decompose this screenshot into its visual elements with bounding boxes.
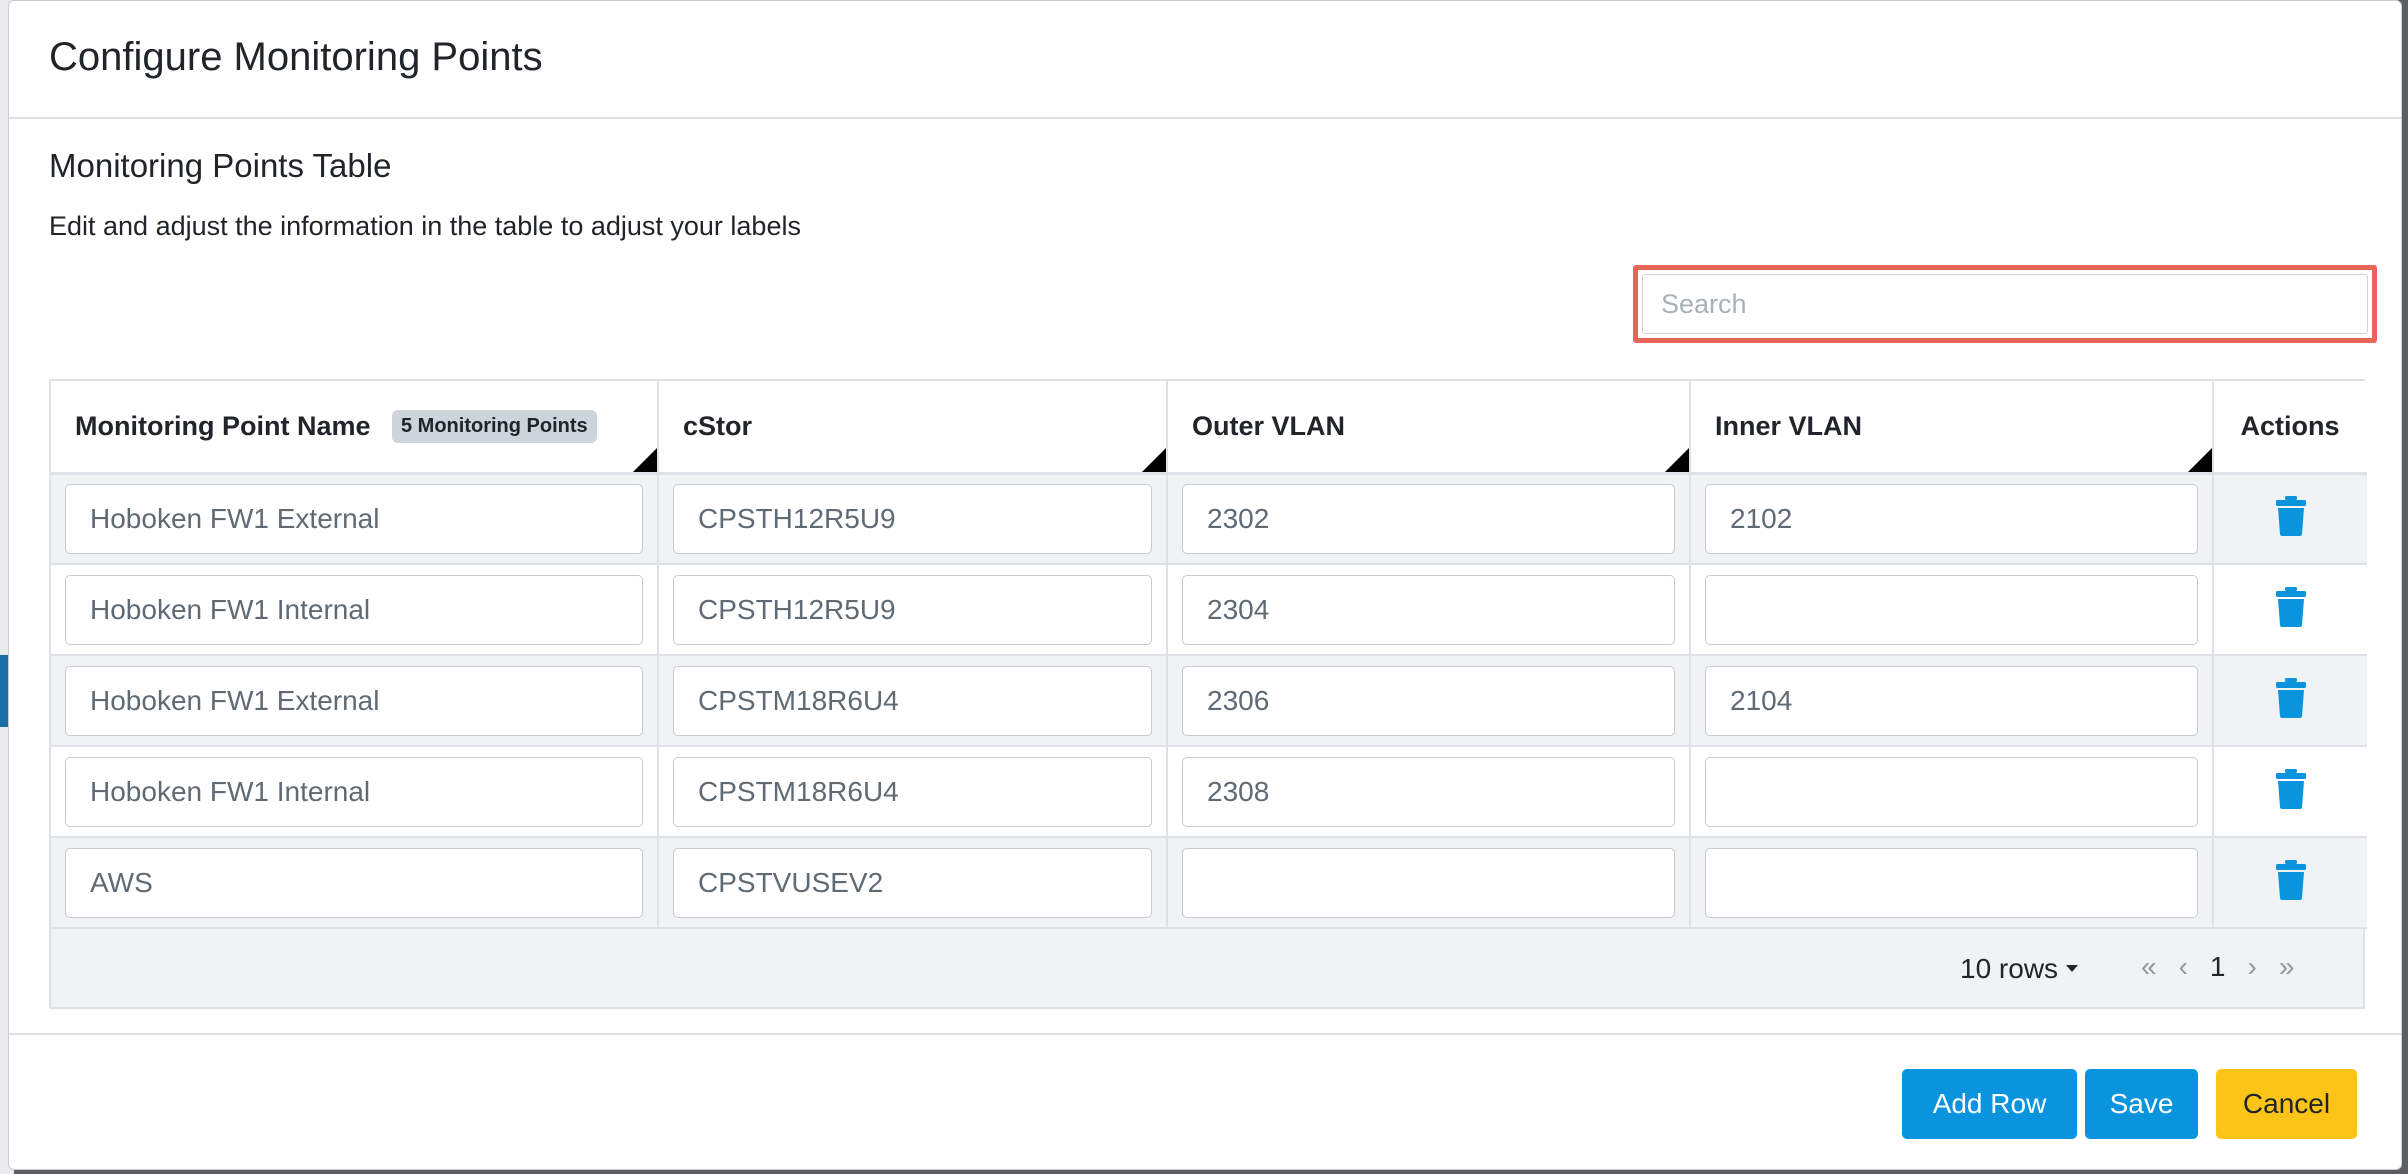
monitoring-points-count-badge: 5 Monitoring Points (392, 409, 597, 443)
table-cell (51, 473, 659, 565)
cstor-input[interactable] (673, 847, 1152, 918)
table-cell (2213, 473, 2367, 565)
modal-footer: Add Row Save Cancel (9, 1033, 2401, 1169)
cstor-input[interactable] (673, 574, 1152, 645)
table-cell (1167, 473, 1691, 565)
pagination: « ‹ 1 › » (2141, 951, 2294, 983)
resize-handle-icon[interactable] (1142, 447, 1166, 472)
table-row (51, 473, 2367, 565)
table-cell (1690, 564, 2214, 656)
column-header-inner-vlan[interactable]: Inner VLAN (1690, 381, 2214, 475)
trash-icon (2275, 678, 2306, 718)
table-cell (1690, 655, 2214, 747)
column-header-label: Inner VLAN (1715, 410, 1863, 441)
table-cell (1690, 473, 2214, 565)
table-cell (1167, 746, 1691, 838)
column-header-cstor[interactable]: cStor (658, 381, 1168, 475)
table-cell (2213, 746, 2367, 838)
trash-icon (2275, 769, 2306, 809)
resize-handle-icon[interactable] (2188, 447, 2212, 472)
cstor-input[interactable] (673, 756, 1152, 827)
modal-title: Configure Monitoring Points (49, 35, 543, 79)
inner-vlan-input[interactable] (1705, 483, 2198, 554)
previous-page-button[interactable]: ‹ (2179, 951, 2188, 983)
table-footer: 10 rows « ‹ 1 › » (51, 929, 2363, 1007)
table-row (51, 837, 2367, 929)
section-description: Edit and adjust the information in the t… (49, 211, 801, 241)
table-cell (51, 564, 659, 656)
delete-row-button[interactable] (2275, 678, 2306, 718)
column-header-outer-vlan[interactable]: Outer VLAN (1167, 381, 1691, 475)
cstor-input[interactable] (673, 483, 1152, 554)
save-button[interactable]: Save (2085, 1069, 2198, 1139)
table-cell (1690, 837, 2214, 929)
table-cell (2213, 655, 2367, 747)
outer-vlan-input[interactable] (1182, 756, 1675, 827)
search-input[interactable] (1642, 274, 2368, 334)
table-cell (1167, 837, 1691, 929)
table-cell (658, 655, 1168, 747)
table-cell (658, 564, 1168, 656)
trash-icon (2275, 496, 2306, 537)
resize-handle-icon[interactable] (633, 447, 657, 472)
column-header-label: Monitoring Point Name (75, 410, 371, 441)
table-cell (51, 655, 659, 747)
first-page-button[interactable]: « (2141, 951, 2157, 983)
delete-row-button[interactable] (2275, 587, 2306, 627)
table-cell (658, 473, 1168, 565)
column-header-actions: Actions (2213, 381, 2367, 475)
column-header-label: cStor (683, 410, 753, 441)
last-page-button[interactable]: » (2279, 951, 2295, 983)
outer-vlan-input[interactable] (1182, 665, 1675, 736)
monitoring-point-name-input[interactable] (65, 483, 643, 554)
column-header-label: Actions (2240, 410, 2340, 441)
table-cell (1167, 655, 1691, 747)
column-header-monitoring-point-name[interactable]: Monitoring Point Name 5 Monitoring Point… (51, 381, 659, 475)
table-cell (658, 746, 1168, 838)
inner-vlan-input[interactable] (1705, 756, 2198, 827)
configure-monitoring-points-modal: Configure Monitoring Points Monitoring P… (8, 0, 2402, 1170)
table-cell (658, 837, 1168, 929)
trash-icon (2275, 587, 2306, 627)
table-row (51, 746, 2367, 838)
inner-vlan-input[interactable] (1705, 665, 2198, 736)
rows-per-page-dropdown[interactable]: 10 rows (1960, 953, 2079, 985)
cancel-button[interactable]: Cancel (2216, 1069, 2357, 1139)
inner-vlan-input[interactable] (1705, 574, 2198, 645)
trash-icon (2275, 860, 2306, 900)
table-header-row: Monitoring Point Name 5 Monitoring Point… (51, 381, 2367, 475)
inner-vlan-input[interactable] (1705, 847, 2198, 918)
monitoring-point-name-input[interactable] (65, 665, 643, 736)
delete-row-button[interactable] (2275, 769, 2306, 809)
table-cell (1167, 564, 1691, 656)
monitoring-point-name-input[interactable] (65, 847, 643, 918)
monitoring-point-name-input[interactable] (65, 574, 643, 645)
resize-handle-icon[interactable] (1665, 447, 1689, 472)
modal-header: Configure Monitoring Points (9, 1, 2401, 119)
next-page-button[interactable]: › (2247, 951, 2256, 983)
outer-vlan-input[interactable] (1182, 574, 1675, 645)
rows-per-page-label: 10 rows (1960, 953, 2059, 984)
monitoring-point-name-input[interactable] (65, 756, 643, 827)
delete-row-button[interactable] (2275, 860, 2306, 900)
table-row (51, 564, 2367, 656)
cstor-input[interactable] (673, 665, 1152, 736)
table-cell (2213, 564, 2367, 656)
column-header-label: Outer VLAN (1192, 410, 1346, 441)
table-cell (2213, 837, 2367, 929)
delete-row-button[interactable] (2275, 496, 2306, 537)
section-title: Monitoring Points Table (49, 147, 392, 184)
table-cell (1690, 746, 2214, 838)
current-page-number[interactable]: 1 (2210, 951, 2226, 983)
outer-vlan-input[interactable] (1182, 483, 1675, 554)
add-row-button[interactable]: Add Row (1902, 1069, 2077, 1139)
table-cell (51, 837, 659, 929)
monitoring-points-table: Monitoring Point Name 5 Monitoring Point… (49, 379, 2367, 1009)
search-highlight (1633, 265, 2377, 343)
caret-down-icon (2066, 965, 2079, 972)
table-row (51, 655, 2367, 747)
outer-vlan-input[interactable] (1182, 847, 1675, 918)
table-cell (51, 746, 659, 838)
